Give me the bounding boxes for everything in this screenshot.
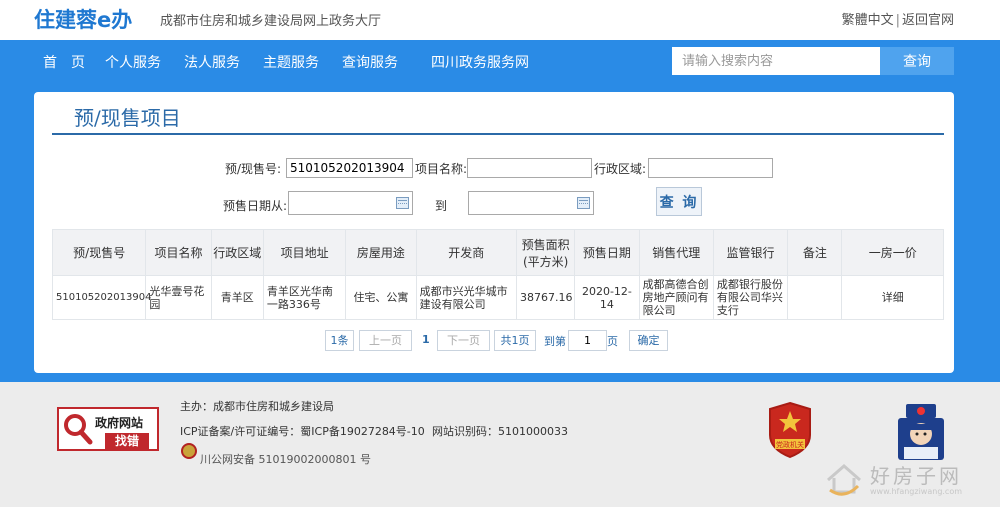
nav-theme-services[interactable]: 主题服务 [263, 52, 319, 72]
watermark-text: 好房子网 [870, 464, 962, 488]
total-pages: 共1页 [494, 330, 536, 351]
district-input[interactable] [648, 158, 773, 178]
title-divider [52, 133, 944, 135]
current-page: 1 [422, 333, 430, 346]
footer-police-record[interactable]: 川公网安备 51019002000801 号 [200, 451, 371, 467]
top-bar: 住建蓉e办 成都市住房和城乡建设局网上政务大厅 繁體中文 | 返回官网 [0, 0, 1000, 40]
top-links: 繁體中文 | 返回官网 [842, 9, 954, 28]
pagination: 1条 上一页 1 下一页 共1页 到第 页 确定 [34, 330, 954, 351]
cell-developer: 成都市兴光华城市建设有限公司 [415, 275, 518, 320]
badge-title: 政府网站 [95, 416, 144, 430]
presale-no-input[interactable] [286, 158, 413, 178]
date-to-input[interactable] [468, 191, 594, 215]
nav-query-services[interactable]: 查询服务 [342, 52, 398, 72]
column-header: 项目名称 [145, 229, 212, 276]
presale-no-label: 预/现售号: [225, 162, 282, 176]
project-name-label: 项目名称: [415, 162, 468, 176]
main-nav: 首 页 个人服务 法人服务 主题服务 查询服务 四川政务服务网 查询 [0, 40, 1000, 83]
cell-area: 38767.16 [516, 275, 576, 320]
cell-remarks [787, 275, 843, 320]
back-to-official-link[interactable]: 返回官网 [902, 13, 954, 28]
page-title: 预/现售项目 [74, 106, 181, 130]
gov-site-error-report-badge[interactable]: 政府网站 找错 [57, 407, 159, 451]
footer-host: 主办：成都市住房和城乡建设局 [180, 400, 334, 413]
project-name-input[interactable] [467, 158, 592, 178]
cell-presale-date: 2020-12-14 [574, 275, 640, 320]
column-header: 项目地址 [262, 229, 347, 276]
watermark-url: www.hfangziwang.com [870, 487, 963, 496]
badge-action: 找错 [105, 433, 149, 449]
results-table: 预/现售号 项目名称 行政区域 项目地址 房屋用途 开发商 预售面积(平方米) … [51, 229, 944, 320]
site-logo[interactable]: 住建蓉e办 [34, 4, 132, 34]
column-header: 销售代理 [638, 229, 714, 276]
goto-confirm-button[interactable]: 确定 [629, 330, 668, 351]
nav-sichuan-gov-services[interactable]: 四川政务服务网 [431, 52, 529, 72]
column-header: 备注 [787, 229, 843, 276]
column-header: 行政区域 [210, 229, 264, 276]
party-gov-emblem-icon[interactable]: 党政机关 [766, 401, 814, 459]
cell-usage: 住宅、公寓 [345, 275, 417, 320]
goto-page-input[interactable] [568, 330, 607, 351]
presale-project-panel: 预/现售项目 预/现售号: 项目名称: 行政区域: 预售日期从: 到 查 询 预… [34, 92, 954, 373]
watermark: 好房子网 www.hfangziwang.com [824, 460, 984, 500]
footer-site-id: 网站识别码：5101000033 [432, 425, 568, 438]
prev-page-button[interactable]: 上一页 [359, 330, 412, 351]
goto-page-prefix: 到第 [544, 335, 566, 348]
link-separator: | [895, 13, 900, 28]
traditional-chinese-link[interactable]: 繁體中文 [842, 13, 894, 28]
goto-page-suffix: 页 [607, 335, 618, 348]
column-header: 开发商 [415, 229, 518, 276]
column-header: 房屋用途 [345, 229, 417, 276]
date-from-input[interactable] [288, 191, 413, 215]
cell-presale-no: 510105202013904 [51, 275, 151, 320]
police-avatar-icon[interactable] [892, 400, 950, 462]
next-page-button[interactable]: 下一页 [437, 330, 490, 351]
cell-project-name: 光华壹号花园 [145, 275, 212, 320]
house-logo-icon [827, 464, 861, 496]
table-row: 510105202013904 光华壹号花园 青羊区 青羊区光华南一路336号 … [51, 275, 944, 320]
district-label: 行政区域: [594, 162, 647, 176]
nav-legal-entity-services[interactable]: 法人服务 [184, 52, 240, 72]
calendar-icon[interactable] [577, 197, 590, 209]
table-header-row: 预/现售号 项目名称 行政区域 项目地址 房屋用途 开发商 预售面积(平方米) … [51, 229, 944, 276]
date-to-label: 到 [435, 199, 448, 213]
total-count: 1条 [325, 330, 354, 351]
site-subtitle: 成都市住房和城乡建设局网上政务大厅 [160, 14, 382, 29]
column-header: 一房一价 [841, 229, 944, 276]
police-badge-icon [181, 443, 197, 459]
site-search-button[interactable]: 查询 [880, 47, 954, 75]
cell-sales-agent: 成都高德合创房地产顾问有限公司 [638, 275, 714, 320]
query-button[interactable]: 查 询 [656, 187, 702, 216]
column-header: 预售日期 [574, 229, 640, 276]
cell-district: 青羊区 [210, 275, 264, 320]
column-header: 预售面积(平方米) [516, 229, 576, 276]
column-header: 预/现售号 [51, 229, 147, 276]
magnifier-icon [64, 414, 93, 445]
cell-supervising-bank: 成都银行股份有限公司华兴支行 [712, 275, 789, 320]
footer-icp[interactable]: ICP证备案/许可证编号：蜀ICP备19027284号-10 [180, 423, 425, 439]
nav-home[interactable]: 首 页 [43, 52, 85, 72]
party-badge-text: 党政机关 [776, 440, 804, 449]
column-header: 监管银行 [712, 229, 789, 276]
date-from-label: 预售日期从: [223, 199, 288, 213]
cell-address: 青羊区光华南一路336号 [262, 275, 347, 320]
site-search-input[interactable] [672, 47, 880, 75]
nav-personal-services[interactable]: 个人服务 [105, 52, 161, 72]
detail-link[interactable]: 详细 [841, 275, 944, 320]
calendar-icon[interactable] [396, 197, 409, 209]
